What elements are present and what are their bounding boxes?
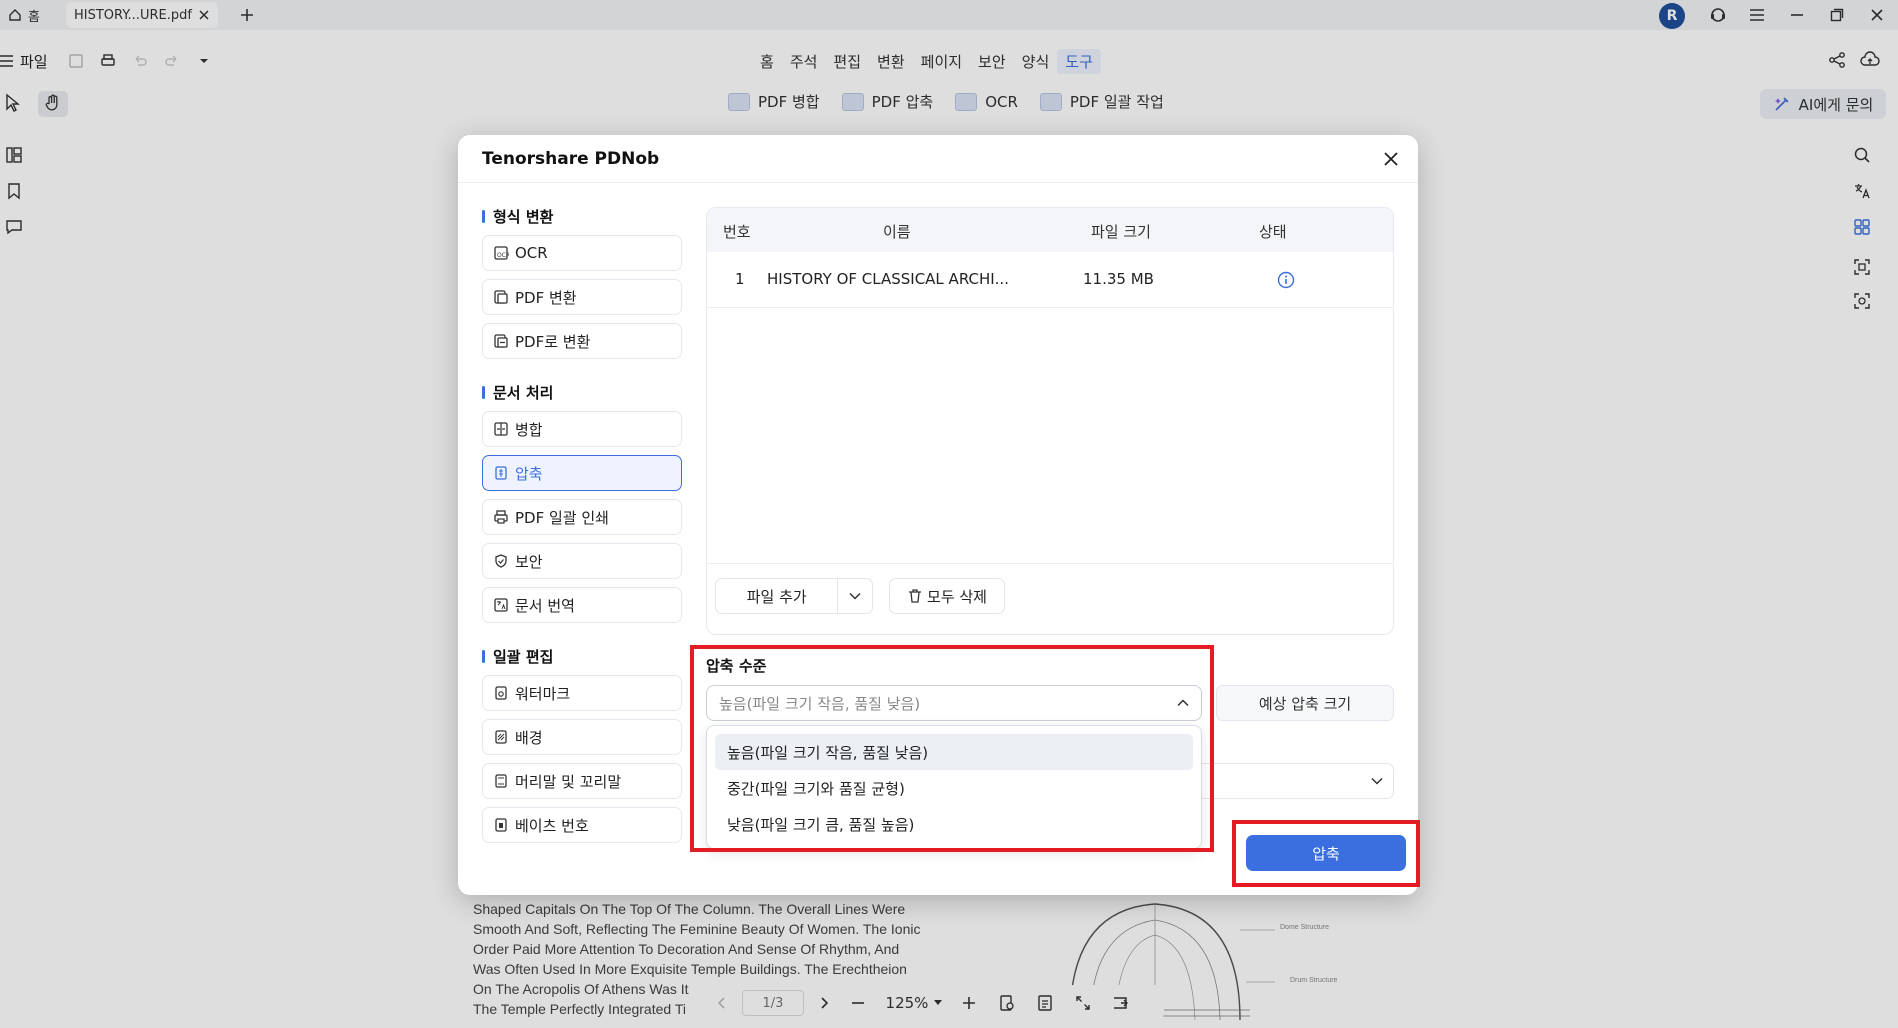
nav-item-background[interactable]: 배경 (482, 719, 682, 755)
column-header-number: 번호 (723, 223, 751, 241)
nav-item-label: 배경 (515, 728, 543, 747)
table-row[interactable]: 1 HISTORY OF CLASSICAL ARCHI... 11.35 MB (707, 252, 1393, 308)
bates-number-icon (493, 817, 509, 833)
header-footer-icon (493, 773, 509, 789)
nav-item-label: PDF로 변환 (515, 332, 591, 351)
watermark-icon (493, 685, 509, 701)
section-title-label: 일괄 편집 (493, 648, 554, 666)
dialog-title: Tenorshare PDNob (482, 149, 660, 169)
add-file-label: 파일 추가 (716, 579, 839, 613)
estimate-size-button[interactable]: 예상 압축 크기 (1216, 685, 1394, 721)
output-option-select[interactable] (1198, 763, 1394, 799)
nav-item-translate[interactable]: 문서 번역 (482, 587, 682, 623)
chevron-down-icon[interactable] (838, 579, 872, 613)
table-header: 번호 이름 파일 크기 상태 (707, 208, 1393, 252)
close-icon (1384, 152, 1398, 166)
section-title-batch-edit: 일괄 편집 (482, 646, 553, 667)
nav-item-security[interactable]: 보안 (482, 543, 682, 579)
nav-item-label: 문서 번역 (515, 596, 575, 615)
nav-item-watermark[interactable]: 워터마크 (482, 675, 682, 711)
nav-item-header-footer[interactable]: 머리말 및 꼬리말 (482, 763, 682, 799)
section-marker (482, 386, 485, 399)
to-pdf-icon (493, 333, 509, 349)
section-title-label: 문서 처리 (493, 384, 554, 402)
pdf-convert-icon (493, 289, 509, 305)
dialog-close-button[interactable] (1380, 148, 1402, 170)
svg-text:OCR: OCR (497, 252, 509, 259)
highlight-box-compress-button (1232, 820, 1420, 887)
nav-item-label: PDF 변환 (515, 288, 577, 307)
nav-item-label: 보안 (515, 552, 543, 571)
nav-item-label: OCR (515, 244, 548, 262)
nav-item-label: 워터마크 (515, 684, 571, 703)
nav-item-batch-print[interactable]: PDF 일괄 인쇄 (482, 499, 682, 535)
merge-icon (493, 421, 509, 437)
file-table: 번호 이름 파일 크기 상태 1 HISTORY OF CLASSICAL AR… (706, 207, 1394, 635)
nav-item-label: 병합 (515, 420, 543, 439)
chevron-down-icon (1371, 777, 1383, 785)
nav-item-label: 압축 (515, 464, 543, 483)
section-title-label: 형식 변환 (493, 208, 554, 226)
shield-icon (493, 553, 509, 569)
column-header-name: 이름 (883, 223, 911, 241)
add-file-button[interactable]: 파일 추가 (715, 578, 873, 614)
nav-item-label: 베이츠 번호 (515, 816, 589, 835)
ocr-icon: OCR (493, 245, 509, 261)
section-title-format-convert: 형식 변환 (482, 206, 553, 227)
nav-item-label: PDF 일괄 인쇄 (515, 508, 609, 527)
printer-icon (493, 509, 509, 525)
info-icon[interactable] (1277, 271, 1295, 289)
nav-item-compress[interactable]: 압축 (482, 455, 682, 491)
column-header-status: 상태 (1259, 223, 1287, 241)
highlight-box-compression-level (690, 645, 1214, 852)
section-marker (482, 650, 485, 663)
row-file-name: HISTORY OF CLASSICAL ARCHI... (767, 270, 1009, 288)
delete-all-label: 모두 삭제 (927, 587, 987, 606)
trash-icon (907, 588, 923, 604)
row-number: 1 (735, 270, 745, 288)
compress-icon (493, 465, 509, 481)
section-title-document-processing: 문서 처리 (482, 382, 553, 403)
column-header-size: 파일 크기 (1091, 223, 1151, 241)
background-icon (493, 729, 509, 745)
nav-item-ocr[interactable]: OCR OCR (482, 235, 682, 271)
nav-item-pdf-convert[interactable]: PDF 변환 (482, 279, 682, 315)
nav-item-bates-number[interactable]: 베이츠 번호 (482, 807, 682, 843)
nav-item-merge[interactable]: 병합 (482, 411, 682, 447)
nav-item-to-pdf[interactable]: PDF로 변환 (482, 323, 682, 359)
section-marker (482, 210, 485, 223)
row-file-size: 11.35 MB (1083, 270, 1154, 288)
translate-icon (493, 597, 509, 613)
nav-item-label: 머리말 및 꼬리말 (515, 772, 622, 791)
delete-all-button[interactable]: 모두 삭제 (889, 578, 1005, 614)
table-divider (707, 563, 1393, 564)
